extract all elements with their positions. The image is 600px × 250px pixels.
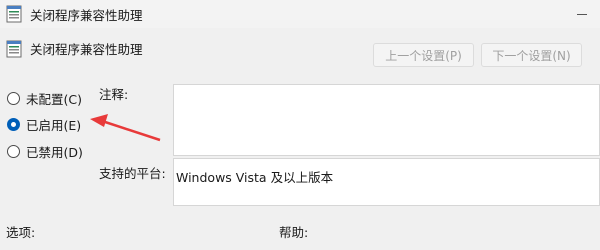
- radio-not-configured[interactable]: 未配置(C): [7, 89, 82, 108]
- minimize-icon[interactable]: [574, 6, 590, 22]
- window-title: 关闭程序兼容性助理: [30, 8, 143, 23]
- radio-label: 未配置(C): [26, 92, 82, 107]
- options-label: 选项:: [6, 225, 36, 240]
- radio-button[interactable]: [7, 145, 20, 158]
- previous-setting-button[interactable]: 上一个设置(P): [373, 43, 474, 67]
- radio-disabled[interactable]: 已禁用(D): [7, 142, 83, 161]
- radio-label: 已启用(E): [26, 118, 82, 133]
- help-label: 帮助:: [279, 225, 309, 240]
- radio-enabled[interactable]: 已启用(E): [7, 115, 81, 134]
- supported-platforms-value: Windows Vista 及以上版本: [176, 170, 334, 185]
- supported-platforms-label: 支持的平台:: [99, 166, 166, 181]
- comment-field[interactable]: [173, 84, 600, 156]
- policy-settings-icon: [6, 40, 22, 61]
- policy-title: 关闭程序兼容性助理: [30, 42, 143, 57]
- radio-button[interactable]: [7, 118, 20, 131]
- red-arrow-icon: [90, 114, 161, 142]
- next-setting-button[interactable]: 下一个设置(N): [481, 43, 582, 67]
- radio-button[interactable]: [7, 92, 20, 105]
- comment-label: 注释:: [99, 87, 129, 102]
- policy-settings-icon: [6, 5, 22, 26]
- radio-label: 已禁用(D): [26, 145, 83, 160]
- title-bar: 关闭程序兼容性助理: [0, 0, 600, 28]
